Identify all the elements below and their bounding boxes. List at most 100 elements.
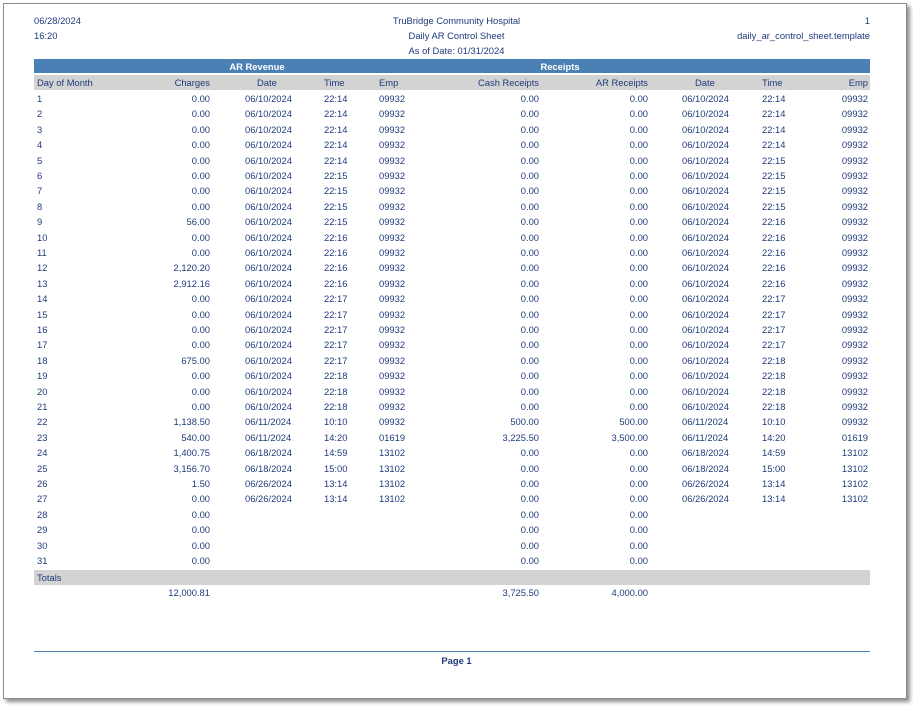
- ar-receipts-cell: 0.00: [629, 123, 648, 135]
- time-revenue-cell: 22:16: [324, 247, 348, 258]
- date-revenue-cell: 06/18/2024: [245, 447, 292, 459]
- emp-revenue-cell: 13102: [379, 493, 406, 505]
- date-receipts-cell: 06/10/2024: [682, 170, 729, 181]
- emp-revenue-cell: 09932: [379, 324, 406, 335]
- time-receipts-cell: 22:17: [762, 293, 786, 305]
- ar-receipts-cell: 0.00: [629, 170, 648, 181]
- date-receipts-cell: 06/10/2024: [682, 139, 729, 151]
- emp-revenue-cell: 09932: [379, 370, 406, 382]
- column-header-bar: Day of Month Charges Date Time Emp Cash …: [34, 75, 870, 90]
- ar-receipts-cell: 0.00: [629, 247, 648, 258]
- table-row: 27 0.00 06/26/2024 13:14 13102 0.00 0.00 06/26/…: [0, 491, 913, 506]
- table-row: 3 0.00 06/10/2024 22:14 09932 0.00 0.00 06/10/2…: [0, 122, 913, 137]
- time-receipts-cell: 22:16: [762, 247, 786, 258]
- emp-receipts-cell: 13102: [841, 462, 868, 474]
- ar-receipts-cell: 0.00: [629, 262, 648, 274]
- emp-revenue-cell: 09932: [379, 293, 406, 305]
- charges-cell: 0.00: [191, 324, 210, 335]
- emp-revenue-cell: 09932: [379, 416, 406, 428]
- cash-receipts-cell: 0.00: [520, 354, 539, 366]
- day-cell: 10: [37, 231, 48, 243]
- charges-cell: 0.00: [191, 231, 210, 243]
- table-row: 1 0.00 06/10/2024 22:14 09932 0.00 0.00 06/10/2…: [0, 91, 913, 106]
- date-receipts-cell: 06/10/2024: [682, 200, 729, 212]
- day-cell: 13: [37, 277, 48, 289]
- table-row: 6 0.00 06/10/2024 22:15 09932 0.00 0.00 06/10/2…: [0, 168, 913, 183]
- time-revenue-cell: 22:14: [324, 108, 348, 120]
- cash-receipts-cell: 0.00: [520, 293, 539, 305]
- time-revenue-cell: 14:20: [324, 431, 348, 443]
- emp-revenue-cell: 09932: [379, 354, 406, 366]
- col-emp-revenue: Emp: [379, 77, 399, 88]
- table-row: 15 0.00 06/10/2024 22:17 09932 0.00 0.00 06/10/…: [0, 307, 913, 322]
- date-receipts-cell: 06/10/2024: [682, 370, 729, 382]
- cash-receipts-cell: 0.00: [520, 508, 539, 520]
- emp-revenue-cell: 13102: [379, 478, 406, 489]
- emp-receipts-cell: 09932: [841, 293, 868, 305]
- day-cell: 15: [37, 308, 48, 320]
- date-revenue-cell: 06/10/2024: [245, 354, 292, 366]
- emp-revenue-cell: 09932: [379, 93, 406, 104]
- table-row: 25 3,156.70 06/18/2024 15:00 13102 0.00 0.00 06…: [0, 461, 913, 476]
- time-receipts-cell: 22:16: [762, 262, 786, 274]
- date-revenue-cell: 06/10/2024: [245, 216, 292, 228]
- cash-receipts-cell: 0.00: [520, 401, 539, 412]
- time-revenue-cell: 22:17: [324, 308, 348, 320]
- col-ar-receipts: AR Receipts: [595, 77, 648, 88]
- time-receipts-cell: 22:17: [762, 324, 786, 335]
- emp-receipts-cell: 09932: [841, 200, 868, 212]
- date-receipts-cell: 06/10/2024: [682, 401, 729, 412]
- time-revenue-cell: 22:18: [324, 370, 348, 382]
- charges-cell: 0.00: [191, 170, 210, 181]
- charges-cell: 0.00: [191, 370, 210, 382]
- emp-revenue-cell: 09932: [379, 308, 406, 320]
- day-cell: 18: [37, 354, 48, 366]
- totals-row: 12,000.81 3,725.50 4,000.00: [0, 587, 913, 601]
- time-receipts-cell: 22:16: [762, 216, 786, 228]
- time-revenue-cell: 22:15: [324, 185, 348, 197]
- group-receipts: Receipts: [540, 61, 580, 72]
- table-row: 14 0.00 06/10/2024 22:17 09932 0.00 0.00 06/10/…: [0, 291, 913, 306]
- day-cell: 28: [37, 508, 48, 520]
- emp-receipts-cell: 09932: [841, 416, 868, 428]
- time-revenue-cell: 14:59: [324, 447, 348, 459]
- date-revenue-cell: 06/10/2024: [245, 339, 292, 351]
- date-receipts-cell: 06/10/2024: [682, 216, 729, 228]
- emp-receipts-cell: 09932: [841, 231, 868, 243]
- footer-divider: [34, 651, 870, 652]
- template-name: daily_ar_control_sheet.template: [737, 30, 870, 41]
- emp-revenue-cell: 09932: [379, 231, 406, 243]
- charges-cell: 0.00: [191, 401, 210, 412]
- emp-revenue-cell: 09932: [379, 154, 406, 166]
- time-receipts-cell: 22:16: [762, 231, 786, 243]
- ar-receipts-cell: 0.00: [629, 308, 648, 320]
- date-receipts-cell: 06/10/2024: [682, 123, 729, 135]
- ar-receipts-cell: 0.00: [629, 339, 648, 351]
- time-revenue-cell: 22:17: [324, 354, 348, 366]
- day-cell: 5: [37, 154, 43, 166]
- emp-revenue-cell: 09932: [379, 247, 406, 258]
- time-receipts-cell: 22:14: [762, 108, 786, 120]
- emp-receipts-cell: 09932: [841, 139, 868, 151]
- time-receipts-cell: 22:15: [762, 170, 786, 181]
- ar-receipts-cell: 0.00: [629, 231, 648, 243]
- cash-receipts-cell: 0.00: [520, 370, 539, 382]
- time-receipts-cell: 22:15: [762, 200, 786, 212]
- emp-receipts-cell: 09932: [841, 277, 868, 289]
- table-row: 10 0.00 06/10/2024 22:16 09932 0.00 0.00 06/10/…: [0, 230, 913, 245]
- emp-receipts-cell: 13102: [841, 478, 868, 489]
- day-cell: 4: [37, 139, 43, 151]
- charges-cell: 0.00: [191, 493, 210, 505]
- emp-receipts-cell: 09932: [841, 262, 868, 274]
- table-row: 13 2,912.16 06/10/2024 22:16 09932 0.00 0.00 06…: [0, 276, 913, 291]
- time-receipts-cell: 13:14: [762, 493, 786, 505]
- time-revenue-cell: 22:15: [324, 216, 348, 228]
- date-receipts-cell: 06/18/2024: [682, 447, 729, 459]
- date-receipts-cell: 06/10/2024: [682, 247, 729, 258]
- table-row: 16 0.00 06/10/2024 22:17 09932 0.00 0.00 06/10/…: [0, 322, 913, 337]
- date-revenue-cell: 06/10/2024: [245, 324, 292, 335]
- date-receipts-cell: 06/10/2024: [682, 339, 729, 351]
- emp-revenue-cell: 09932: [379, 385, 406, 397]
- hospital-name: TruBridge Community Hospital: [392, 15, 521, 26]
- ar-receipts-cell: 0.00: [629, 216, 648, 228]
